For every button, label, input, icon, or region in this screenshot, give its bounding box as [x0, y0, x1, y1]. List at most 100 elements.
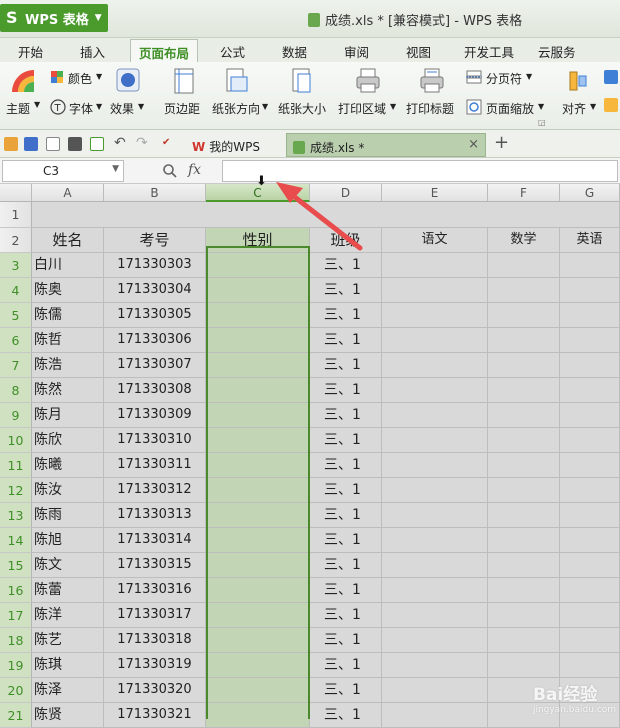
cell-d7[interactable]: 三、1: [310, 353, 382, 378]
tab-home[interactable]: 开始: [18, 42, 43, 61]
cell-a4[interactable]: 陈奥: [32, 278, 104, 303]
cell-g5[interactable]: [560, 303, 620, 328]
cell-f5[interactable]: [488, 303, 560, 328]
cell-g15[interactable]: [560, 553, 620, 578]
cell-b9[interactable]: 171330309: [104, 403, 206, 428]
cell-f12[interactable]: [488, 478, 560, 503]
cell-d14[interactable]: 三、1: [310, 528, 382, 553]
row-header-3[interactable]: 3: [0, 253, 32, 278]
cell-e15[interactable]: [382, 553, 488, 578]
cell-a12[interactable]: 陈汝: [32, 478, 104, 503]
cell-c16[interactable]: [206, 578, 310, 603]
row-header-9[interactable]: 9: [0, 403, 32, 428]
tab-review[interactable]: 审阅: [344, 42, 369, 61]
cell-a20[interactable]: 陈泽: [32, 678, 104, 703]
cell-a21[interactable]: 陈贤: [32, 703, 104, 728]
cell-e7[interactable]: [382, 353, 488, 378]
cell-d4[interactable]: 三、1: [310, 278, 382, 303]
cell-c10[interactable]: [206, 428, 310, 453]
cell-b21[interactable]: 171330321: [104, 703, 206, 728]
cell-e13[interactable]: [382, 503, 488, 528]
cell-c11[interactable]: [206, 453, 310, 478]
print-preview-icon[interactable]: [90, 137, 104, 151]
cell-f19[interactable]: [488, 653, 560, 678]
row-header-16[interactable]: 16: [0, 578, 32, 603]
cell-g10[interactable]: [560, 428, 620, 453]
cell-g18[interactable]: [560, 628, 620, 653]
cell-c12[interactable]: [206, 478, 310, 503]
cell-d12[interactable]: 三、1: [310, 478, 382, 503]
tab-insert[interactable]: 插入: [80, 42, 105, 61]
row-header-20[interactable]: 20: [0, 678, 32, 703]
close-icon[interactable]: ×: [468, 137, 479, 152]
cell-g17[interactable]: [560, 603, 620, 628]
cell-d8[interactable]: 三、1: [310, 378, 382, 403]
cell-e11[interactable]: [382, 453, 488, 478]
cell-f10[interactable]: [488, 428, 560, 453]
cell-a14[interactable]: 陈旭: [32, 528, 104, 553]
cell-d9[interactable]: 三、1: [310, 403, 382, 428]
cell-a9[interactable]: 陈月: [32, 403, 104, 428]
row-header-13[interactable]: 13: [0, 503, 32, 528]
cell-a15[interactable]: 陈文: [32, 553, 104, 578]
cell-d19[interactable]: 三、1: [310, 653, 382, 678]
cell-d21[interactable]: 三、1: [310, 703, 382, 728]
cell-b3[interactable]: 171330303: [104, 253, 206, 278]
cell-g12[interactable]: [560, 478, 620, 503]
cell-g7[interactable]: [560, 353, 620, 378]
cell-f14[interactable]: [488, 528, 560, 553]
cell-d20[interactable]: 三、1: [310, 678, 382, 703]
cell-f18[interactable]: [488, 628, 560, 653]
row-header-8[interactable]: 8: [0, 378, 32, 403]
cell-c21[interactable]: [206, 703, 310, 728]
row-header-21[interactable]: 21: [0, 703, 32, 728]
cell-g3[interactable]: [560, 253, 620, 278]
row-header-11[interactable]: 11: [0, 453, 32, 478]
print-icon[interactable]: [68, 137, 82, 151]
cell-f4[interactable]: [488, 278, 560, 303]
cell-a2[interactable]: 姓名: [32, 228, 104, 253]
cell-d3[interactable]: 三、1: [310, 253, 382, 278]
cell-c6[interactable]: [206, 328, 310, 353]
save-icon[interactable]: [24, 137, 38, 151]
cell-g13[interactable]: [560, 503, 620, 528]
cell-f16[interactable]: [488, 578, 560, 603]
cell-c17[interactable]: [206, 603, 310, 628]
tab-view[interactable]: 视图: [406, 42, 431, 61]
cell-d5[interactable]: 三、1: [310, 303, 382, 328]
cell-e10[interactable]: [382, 428, 488, 453]
cell-a6[interactable]: 陈哲: [32, 328, 104, 353]
magnifier-icon[interactable]: [162, 163, 178, 179]
cell-e18[interactable]: [382, 628, 488, 653]
tab-data[interactable]: 数据: [282, 42, 307, 61]
cell-g2[interactable]: 英语: [560, 228, 620, 253]
cell-b5[interactable]: 171330305: [104, 303, 206, 328]
cell-a18[interactable]: 陈艺: [32, 628, 104, 653]
cell-e12[interactable]: [382, 478, 488, 503]
cell-a13[interactable]: 陈雨: [32, 503, 104, 528]
cell-f17[interactable]: [488, 603, 560, 628]
group-icon[interactable]: [604, 98, 618, 112]
rotate-icon[interactable]: [604, 70, 618, 84]
cell-g8[interactable]: [560, 378, 620, 403]
insert-function-button[interactable]: fx: [188, 162, 201, 178]
cell-b7[interactable]: 171330307: [104, 353, 206, 378]
cell-b11[interactable]: 171330311: [104, 453, 206, 478]
column-header-e[interactable]: E: [382, 184, 488, 202]
redo-icon[interactable]: ↷: [136, 135, 148, 151]
cell-f6[interactable]: [488, 328, 560, 353]
cell-f7[interactable]: [488, 353, 560, 378]
column-header-g[interactable]: G: [560, 184, 620, 202]
cell-f9[interactable]: [488, 403, 560, 428]
cell-f3[interactable]: [488, 253, 560, 278]
cell-a8[interactable]: 陈然: [32, 378, 104, 403]
cell-b13[interactable]: 171330313: [104, 503, 206, 528]
row-header-6[interactable]: 6: [0, 328, 32, 353]
cell-d18[interactable]: 三、1: [310, 628, 382, 653]
cell-e19[interactable]: [382, 653, 488, 678]
cell-g14[interactable]: [560, 528, 620, 553]
cell-f15[interactable]: [488, 553, 560, 578]
cell-d15[interactable]: 三、1: [310, 553, 382, 578]
row-header-4[interactable]: 4: [0, 278, 32, 303]
row-header-14[interactable]: 14: [0, 528, 32, 553]
